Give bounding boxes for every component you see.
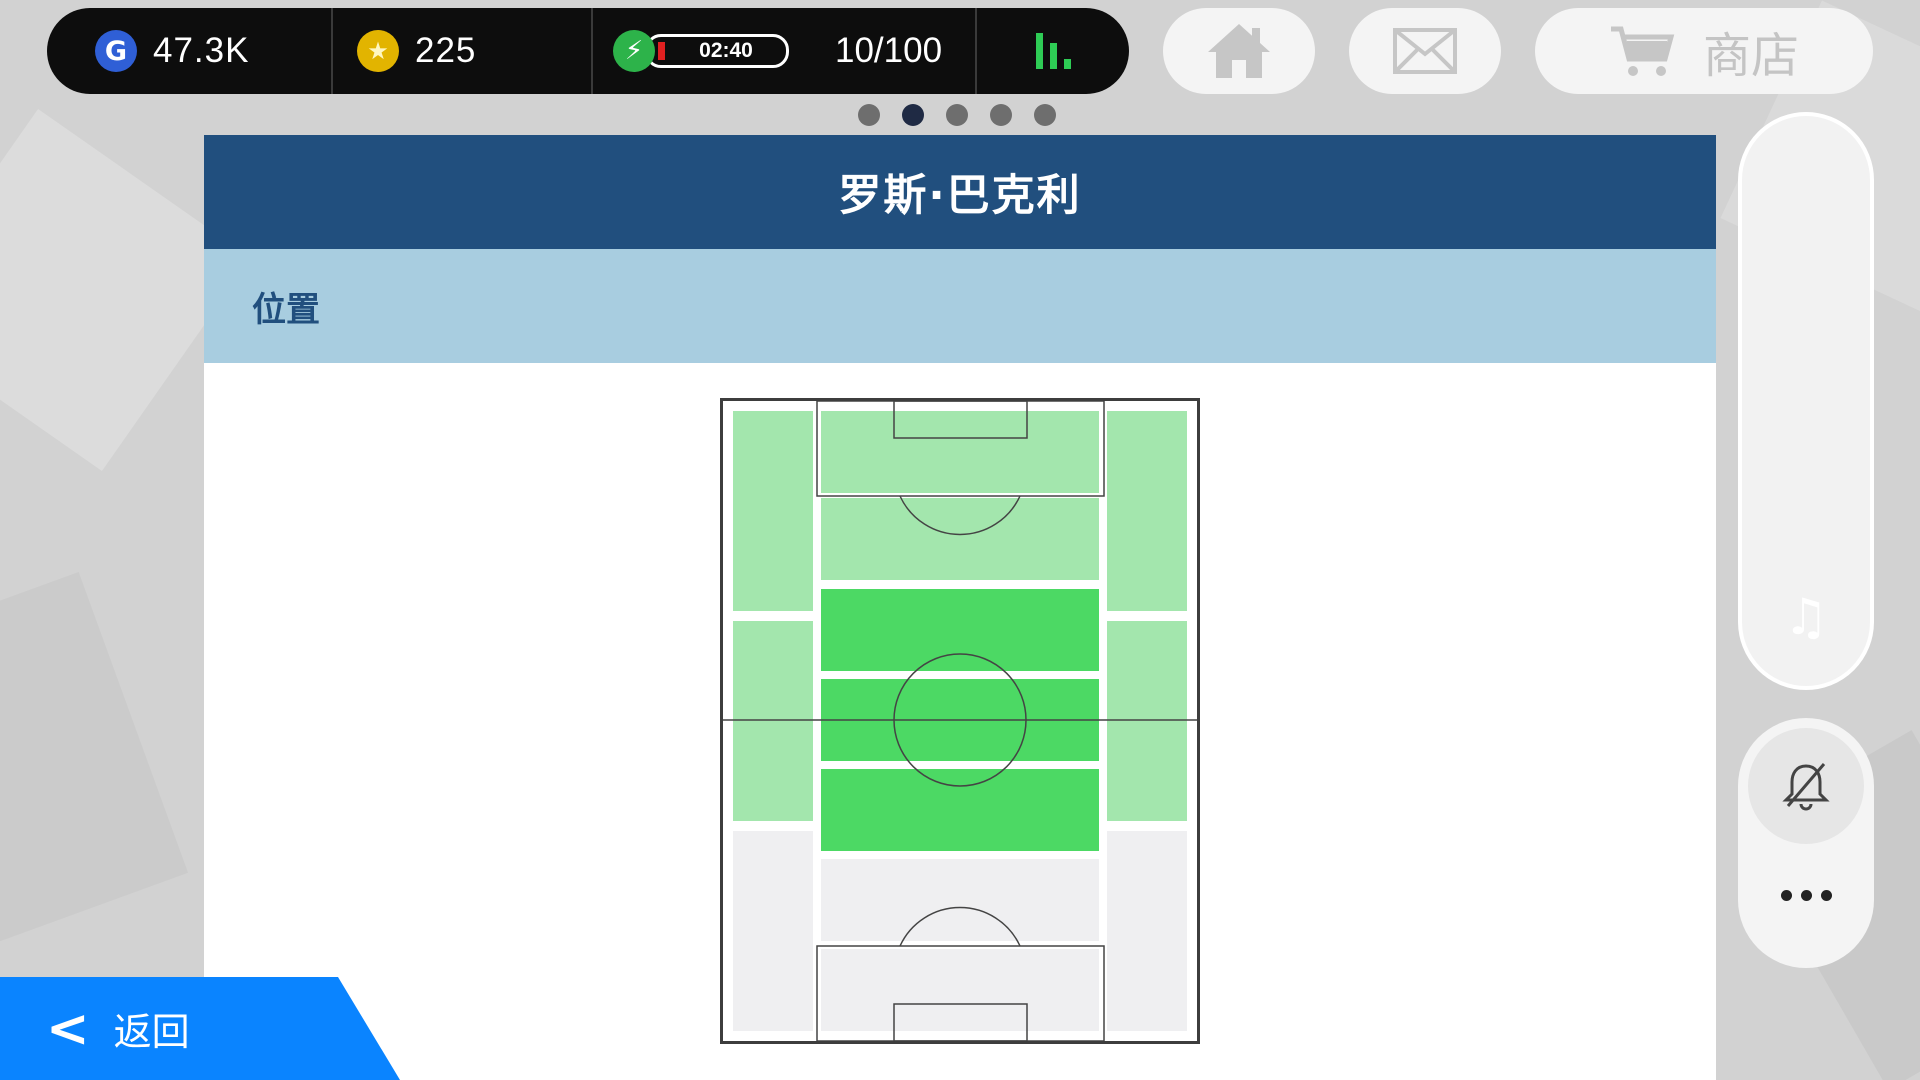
home-icon [1208, 24, 1270, 78]
chevron-left-icon: < [46, 998, 90, 1059]
energy-timer: 02:40 [699, 39, 753, 62]
energy-fill [658, 42, 665, 60]
energy-bolt-icon: ⚡ [613, 30, 655, 72]
gp-icon: G [95, 30, 137, 72]
coins-value: 225 [415, 31, 477, 70]
home-button[interactable] [1163, 8, 1315, 94]
gp-value: 47.3K [153, 31, 250, 70]
page-dot[interactable] [858, 104, 880, 126]
more-dots-icon[interactable] [1738, 890, 1874, 901]
page-dot[interactable] [946, 104, 968, 126]
page-dot-active[interactable] [902, 104, 924, 126]
page-indicator [858, 104, 1056, 126]
bar-chart-icon [1035, 33, 1071, 69]
mute-notifications-button[interactable] [1748, 728, 1864, 844]
side-panel: ♫ [1738, 112, 1874, 690]
shop-label: 商店 [1702, 28, 1799, 84]
coin-icon: ★ [357, 30, 399, 72]
back-label: 返回 [113, 1010, 190, 1054]
side-controls [1738, 718, 1874, 968]
energy-bar: 02:40 [645, 34, 789, 68]
coin-counter[interactable]: ★ 225 [331, 8, 591, 94]
status-bar: G 47.3K ★ 225 ⚡ 02:40 10/100 [47, 8, 1129, 94]
shop-button[interactable]: 商店 [1535, 8, 1873, 94]
section-title: 位置 [204, 249, 1716, 363]
mail-button[interactable] [1349, 8, 1501, 94]
player-name: 罗斯·巴克利 [204, 135, 1716, 249]
energy-count: 10/100 [835, 31, 943, 70]
position-pitch [720, 398, 1200, 1044]
back-button[interactable]: < 返回 [0, 977, 400, 1080]
bell-off-icon [1782, 763, 1830, 811]
mail-icon [1393, 28, 1457, 74]
gp-counter[interactable]: G 47.3K [47, 8, 331, 94]
cart-icon [1610, 26, 1675, 76]
music-note-icon[interactable]: ♫ [1742, 588, 1870, 646]
stats-button[interactable] [975, 8, 1129, 94]
pitch-lines [723, 401, 1197, 1041]
page-dot[interactable] [990, 104, 1012, 126]
page-dot[interactable] [1034, 104, 1056, 126]
energy-meter[interactable]: ⚡ 02:40 10/100 [591, 8, 975, 94]
